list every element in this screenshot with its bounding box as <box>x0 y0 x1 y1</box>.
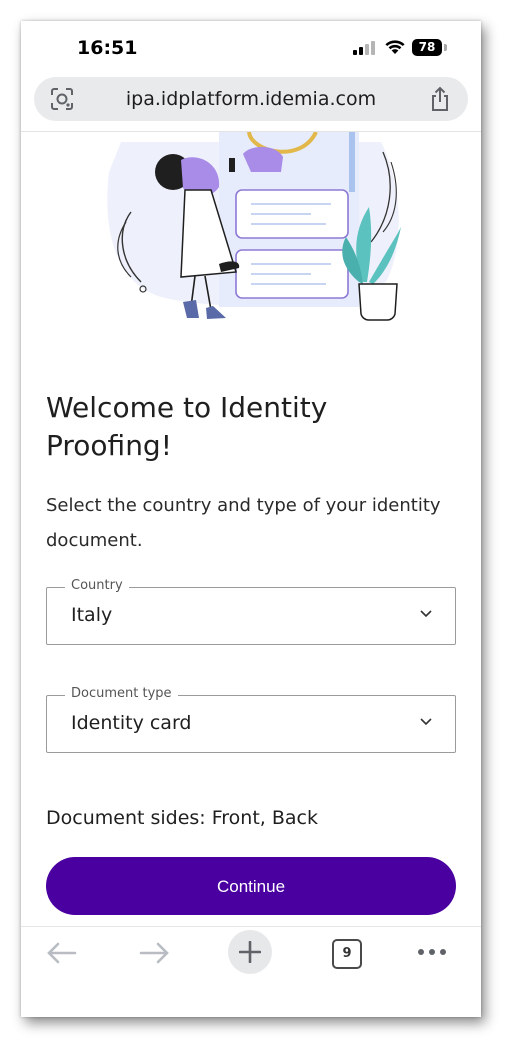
share-icon[interactable] <box>429 86 451 112</box>
identity-illustration <box>107 132 401 321</box>
tabs-icon[interactable]: 9 <box>332 939 362 969</box>
document-type-select[interactable]: Document type Identity card <box>46 686 456 753</box>
page-subtitle: Select the country and type of your iden… <box>46 495 441 551</box>
battery-tip <box>444 44 447 51</box>
country-label: Country <box>65 578 129 593</box>
battery-icon: 78 <box>412 39 442 56</box>
page-title: Welcome to Identity Proofing! <box>46 391 328 462</box>
country-select[interactable]: Country Italy <box>46 578 456 645</box>
document-type-label: Document type <box>65 686 178 701</box>
continue-button[interactable]: Continue <box>46 857 456 915</box>
toolbar-divider <box>21 926 481 927</box>
more-icon[interactable] <box>417 948 447 956</box>
url-text[interactable]: ipa.idplatform.idemia.com <box>34 88 468 110</box>
status-bar: 16:51 78 <box>21 21 481 71</box>
wifi-icon <box>385 40 405 54</box>
status-time: 16:51 <box>77 37 138 59</box>
document-type-value[interactable]: Identity card <box>71 712 192 734</box>
signal-icon <box>353 41 375 55</box>
address-bar[interactable]: ipa.idplatform.idemia.com <box>34 77 468 121</box>
phone-screen: 16:51 78 ipa.idplatform.idemia.com Welco… <box>21 21 481 1017</box>
country-value[interactable]: Italy <box>71 604 112 626</box>
new-tab-button[interactable] <box>228 930 272 974</box>
document-sides-text: Document sides: Front, Back <box>46 807 319 829</box>
plus-icon[interactable] <box>239 941 261 963</box>
forward-arrow-icon[interactable] <box>139 941 171 965</box>
chevron-down-icon[interactable] <box>419 609 433 619</box>
chevron-down-icon[interactable] <box>419 717 433 727</box>
back-arrow-icon[interactable] <box>45 941 77 965</box>
